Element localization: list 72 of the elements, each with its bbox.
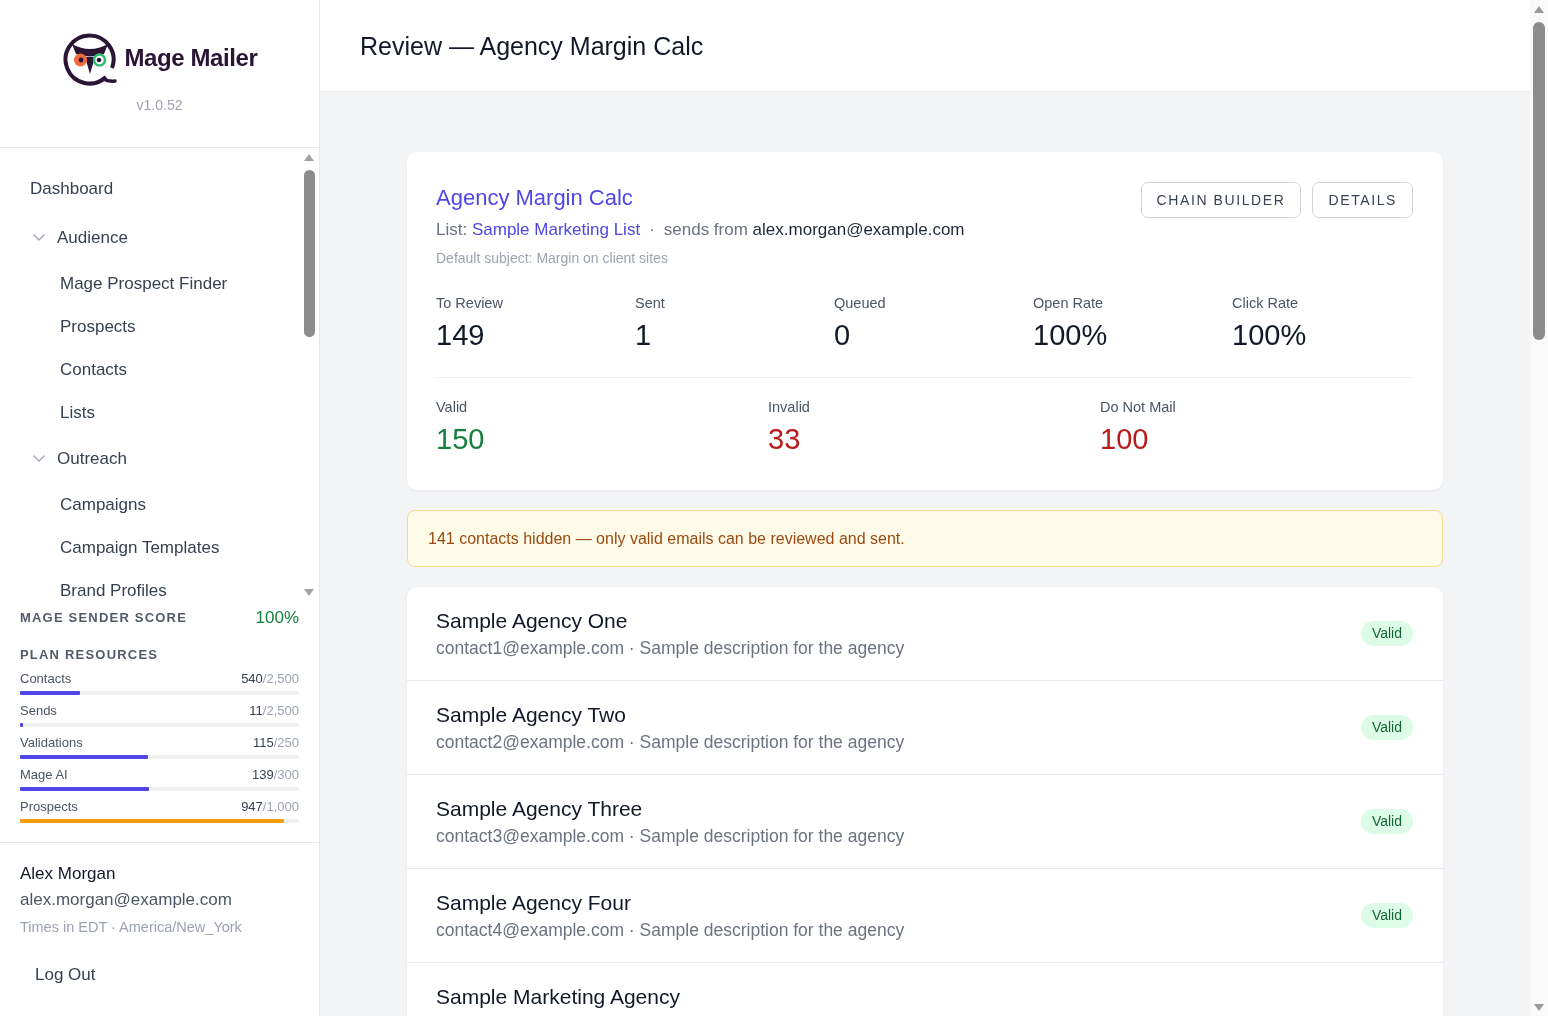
scroll-down-arrow-icon[interactable] <box>1534 1004 1544 1011</box>
nav-item[interactable]: Campaign Templates <box>0 526 301 569</box>
scroll-down-arrow-icon[interactable] <box>304 589 314 596</box>
stat-label: Open Rate <box>1033 294 1105 313</box>
version-label: v1.0.52 <box>136 97 183 114</box>
resource-count: 947/1,000 <box>241 799 299 815</box>
nav-item[interactable]: Contacts <box>0 348 301 391</box>
resource-count: 11/2,500 <box>249 703 299 719</box>
stat-label: Do Not Mail <box>1100 398 1177 417</box>
campaign-meta: List: Sample Marketing List · sends from alex.morgan@example.com <box>436 219 965 241</box>
sender-score-label: MAGE SENDER SCORE <box>20 609 188 626</box>
contact-details: contact1@example.com · Sample description for the agency <box>436 637 905 659</box>
list-link[interactable]: Sample Marketing List <box>471 220 641 239</box>
contact-details: contact2@example.com · Sample description for the agency <box>436 731 905 753</box>
stat-label: Sent <box>635 294 666 313</box>
stat-value: 149 <box>436 318 486 353</box>
user-email: alex.morgan@example.com <box>20 890 232 910</box>
contact-details: contact3@example.com · Sample description for the agency <box>436 825 905 847</box>
stat-value: 100% <box>1232 318 1308 353</box>
nav-group-item[interactable]: Outreach <box>0 434 301 483</box>
stat-label: Invalid <box>768 398 811 417</box>
user-name: Alex Morgan <box>20 864 116 884</box>
status-badge: Valid <box>1360 903 1413 928</box>
resource-count: 115/250 <box>252 735 299 751</box>
logout-button[interactable]: Log Out <box>20 959 111 991</box>
status-badge: Valid <box>1360 809 1413 834</box>
contact-name: Sample Agency One <box>436 608 629 634</box>
hidden-contacts-notice: 141 contacts hidden — only valid emails can be reviewed and sent. <box>407 510 1443 567</box>
brand-name: Mage Mailer <box>124 44 258 72</box>
stat-value: 0 <box>834 318 852 353</box>
stat-label: Click Rate <box>1232 294 1300 313</box>
campaign-title: Agency Margin Calc <box>436 184 634 212</box>
status-badge: Valid <box>1360 715 1413 740</box>
scrollbar-thumb[interactable] <box>303 170 315 337</box>
stat-value: 100% <box>1033 318 1109 353</box>
stat-value: 150 <box>436 422 486 457</box>
sender-score-value: 100% <box>255 609 299 626</box>
nav-item[interactable]: Dashboard <box>0 165 301 213</box>
stat-value: 33 <box>768 422 802 457</box>
contact-details: contact4@example.com · Sample description for the agency <box>436 919 905 941</box>
resource-count: 139/300 <box>252 767 299 783</box>
resource-label: Prospects <box>20 799 78 815</box>
stat-value: 100 <box>1100 422 1150 457</box>
resource-count: 540/2,500 <box>241 671 299 687</box>
nav-group-item[interactable]: Audience <box>0 213 301 262</box>
nav-item[interactable]: Prospects <box>0 305 301 348</box>
contact-name: Sample Agency Two <box>436 702 627 728</box>
nav-item[interactable]: Brand Profiles <box>0 569 301 601</box>
details-button[interactable]: DETAILS <box>1312 182 1413 218</box>
nav-item[interactable]: Mage Prospect Finder <box>0 262 301 305</box>
contact-name: Sample Marketing Agency <box>436 984 680 1010</box>
chain-builder-button[interactable]: CHAIN BUILDER <box>1140 182 1302 218</box>
resource-label: Contacts <box>20 671 72 687</box>
scrollbar-thumb[interactable] <box>1533 22 1545 340</box>
page-title: Review — Agency Margin Calc <box>360 30 704 61</box>
contact-name: Sample Agency Three <box>436 796 644 822</box>
timezone-label: Times in EDT · America/New_York <box>20 918 242 936</box>
resource-label: Mage AI <box>20 767 68 783</box>
resource-label: Sends <box>20 703 57 719</box>
stat-label: Queued <box>834 294 887 313</box>
scroll-up-arrow-icon[interactable] <box>304 154 314 161</box>
contact-name: Sample Agency Four <box>436 890 632 916</box>
stat-label: To Review <box>436 294 504 313</box>
scroll-up-arrow-icon[interactable] <box>1534 6 1544 13</box>
stat-value: 1 <box>635 318 653 353</box>
resource-label: Validations <box>20 735 83 751</box>
nav-item[interactable]: Campaigns <box>0 483 301 526</box>
stat-label: Valid <box>436 398 469 417</box>
nav-item[interactable]: Lists <box>0 391 301 434</box>
default-subject: Default subject: Margin on client sites <box>436 249 669 268</box>
section-heading: PLAN RESOURCES <box>20 646 160 663</box>
status-badge: Valid <box>1360 621 1413 646</box>
